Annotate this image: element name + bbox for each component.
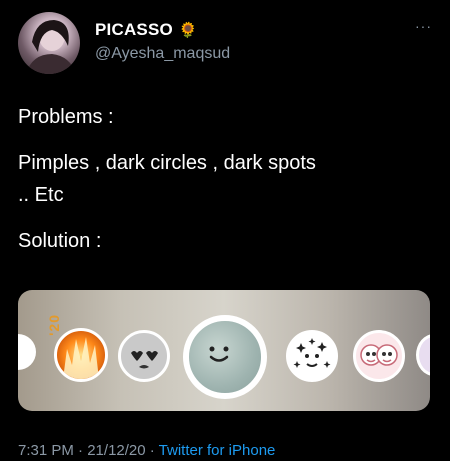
- display-name[interactable]: PICASSO: [95, 20, 173, 40]
- tweet-media-image[interactable]: '20: [18, 290, 430, 411]
- avatar[interactable]: [18, 12, 80, 74]
- tweet-line: Pimples , dark circles , dark spots: [18, 152, 316, 174]
- tweet-source-link[interactable]: Twitter for iPhone: [159, 442, 276, 459]
- tweet-line: .. Etc: [18, 184, 64, 206]
- user-handle[interactable]: @Ayesha_maqsud: [95, 45, 230, 63]
- tweet-date[interactable]: 21/12/20: [87, 442, 145, 459]
- separator-dot: ·: [73, 442, 88, 459]
- hearts-lens-icon: [118, 330, 170, 382]
- stars-lens-icon: [286, 330, 338, 382]
- sunflower-icon: 🌻: [178, 22, 198, 39]
- lens-edge-icon: [18, 334, 36, 370]
- lens-partial-icon: [416, 334, 430, 376]
- avatar-portrait-icon: [26, 20, 76, 74]
- name-row: PICASSO 🌻: [95, 20, 198, 40]
- selected-lens-button[interactable]: [183, 315, 267, 399]
- tweet-line: Solution :: [18, 230, 102, 252]
- more-icon[interactable]: ···: [415, 18, 432, 34]
- tweet-time[interactable]: 7:31 PM: [18, 442, 74, 459]
- faces-lens-icon: [353, 330, 405, 382]
- tweet-header: PICASSO 🌻 @Ayesha_maqsud ···: [18, 12, 432, 74]
- fire-lens-icon: [54, 328, 108, 382]
- tweet-metadata: 7:31 PM · 21/12/20 · Twitter for iPhone: [18, 442, 275, 459]
- date-stamp: '20: [46, 314, 62, 336]
- tweet-line: Problems :: [18, 106, 114, 128]
- separator-dot: ·: [145, 442, 159, 459]
